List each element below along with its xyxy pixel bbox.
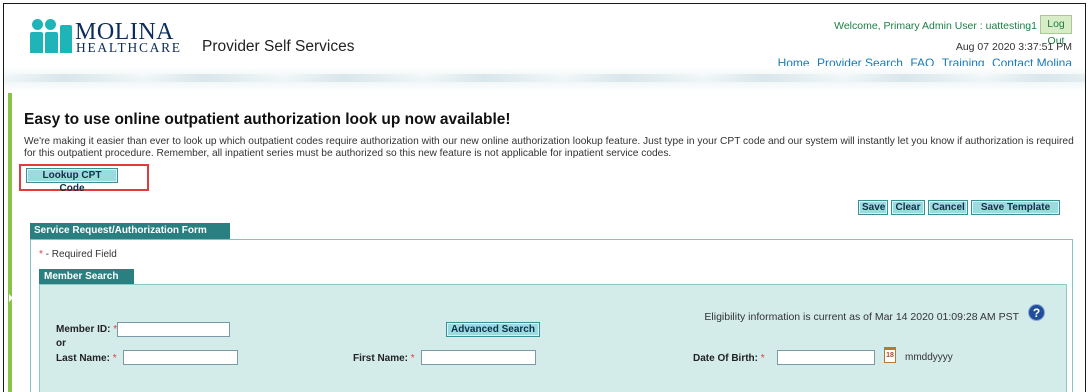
current-datetime: Aug 07 2020 3:37:51 PM (955, 41, 1072, 53)
logo-figure-head (32, 19, 43, 30)
member-id-label-text: Member ID: (56, 324, 111, 335)
date-format-hint: mmddyyyy (905, 352, 953, 363)
logo-brand-subtitle: HEALTHCARE (76, 40, 182, 55)
logo-figure-body (45, 32, 58, 53)
save-template-button[interactable]: Save Template (971, 200, 1060, 215)
main-content: Easy to use online outpatient authorizat… (12, 93, 1085, 392)
logo-figure-body (30, 32, 43, 53)
date-of-birth-label-text: Date Of Birth: (693, 353, 758, 364)
date-of-birth-label: Date Of Birth: * (693, 353, 765, 364)
logo-figure-head (45, 19, 56, 30)
required-asterisk: * (760, 353, 765, 364)
app-title: Provider Self Services (202, 38, 355, 55)
clear-button[interactable]: Clear (891, 200, 925, 215)
header-decoration (4, 66, 1085, 92)
required-asterisk: * (410, 353, 415, 364)
or-separator: or (56, 338, 66, 349)
tab-member-search[interactable]: Member Search (39, 269, 134, 284)
molina-logo[interactable]: MOLINA HEALTHCARE (30, 19, 185, 55)
announcement-headline: Easy to use online outpatient authorizat… (24, 111, 511, 128)
required-asterisk: * (112, 353, 117, 364)
announcement-description: We're making it easier than ever to look… (24, 136, 1074, 159)
help-icon[interactable]: ? (1028, 304, 1045, 321)
eligibility-note: Eligibility information is current as of… (704, 311, 1019, 323)
save-button[interactable]: Save (858, 200, 888, 215)
logout-button[interactable]: Log Out (1040, 15, 1072, 47)
advanced-search-button[interactable]: Advanced Search (446, 322, 540, 337)
tab-service-request-form[interactable]: Service Request/Authorization Form (30, 223, 230, 239)
last-name-label-text: Last Name: (56, 353, 110, 364)
required-field-text: - Required Field (42, 249, 117, 260)
member-id-label: Member ID: * (56, 324, 117, 335)
logo-figure-body (60, 25, 72, 53)
required-field-note: * - Required Field (39, 249, 117, 260)
member-search-panel: Eligibility information is current as of… (39, 284, 1067, 392)
lookup-cpt-code-button[interactable]: Lookup CPT Code (26, 168, 118, 194)
first-name-input[interactable] (421, 350, 536, 365)
date-of-birth-input[interactable] (777, 350, 875, 365)
last-name-input[interactable] (123, 350, 238, 365)
calendar-icon[interactable]: 18 (884, 347, 896, 363)
service-request-form-panel: * - Required Field Member Search Eligibi… (30, 239, 1073, 392)
cancel-button[interactable]: Cancel (928, 200, 968, 215)
member-id-input[interactable] (117, 322, 230, 337)
first-name-label-text: First Name: (353, 353, 409, 364)
last-name-label: Last Name: * (56, 353, 117, 364)
first-name-label: First Name: * (353, 353, 415, 364)
welcome-message: Welcome, Primary Admin User : uattesting… (834, 20, 1037, 32)
